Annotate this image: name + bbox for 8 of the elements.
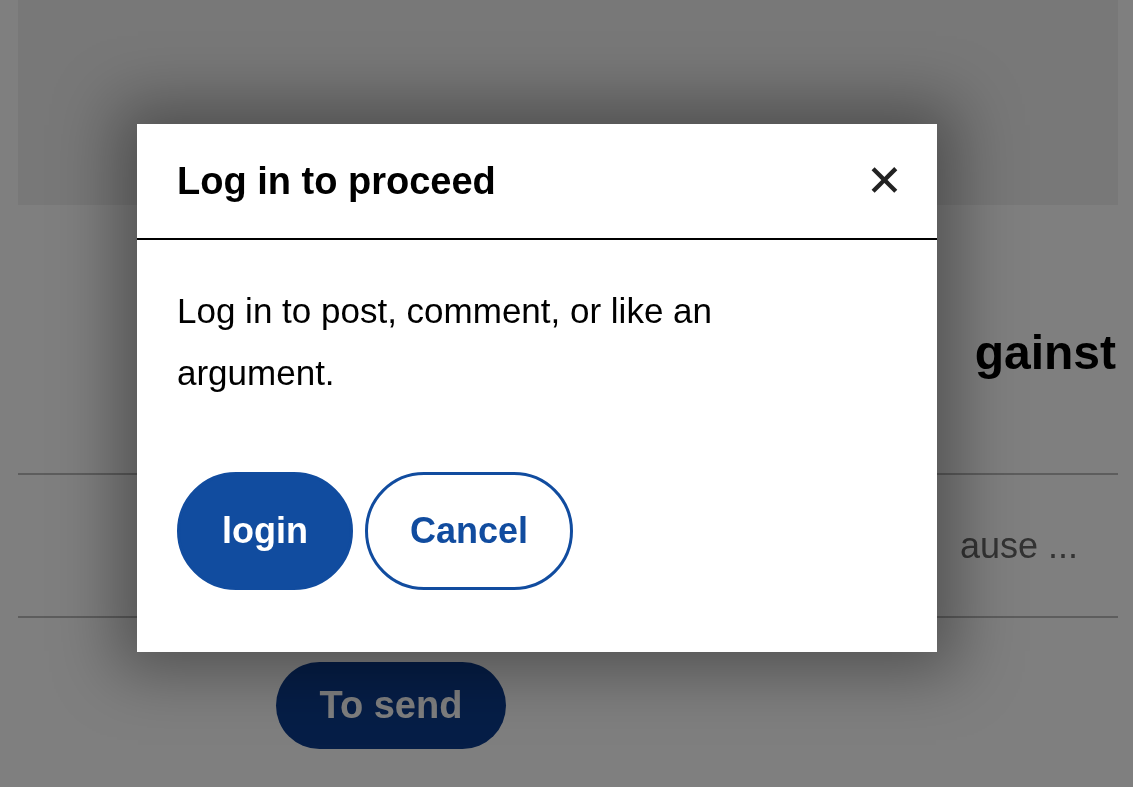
dialog-title: Log in to proceed <box>177 159 496 203</box>
send-button[interactable]: To send <box>276 662 506 749</box>
login-button[interactable]: login <box>177 472 353 590</box>
field-placeholder: ause ... <box>959 524 1078 567</box>
dialog-message: Log in to post, comment, or like an argument. <box>177 290 713 394</box>
close-button[interactable]: ✕ <box>862 159 907 203</box>
cancel-button[interactable]: Cancel <box>365 472 574 590</box>
page-heading: gainst <box>974 325 1117 381</box>
